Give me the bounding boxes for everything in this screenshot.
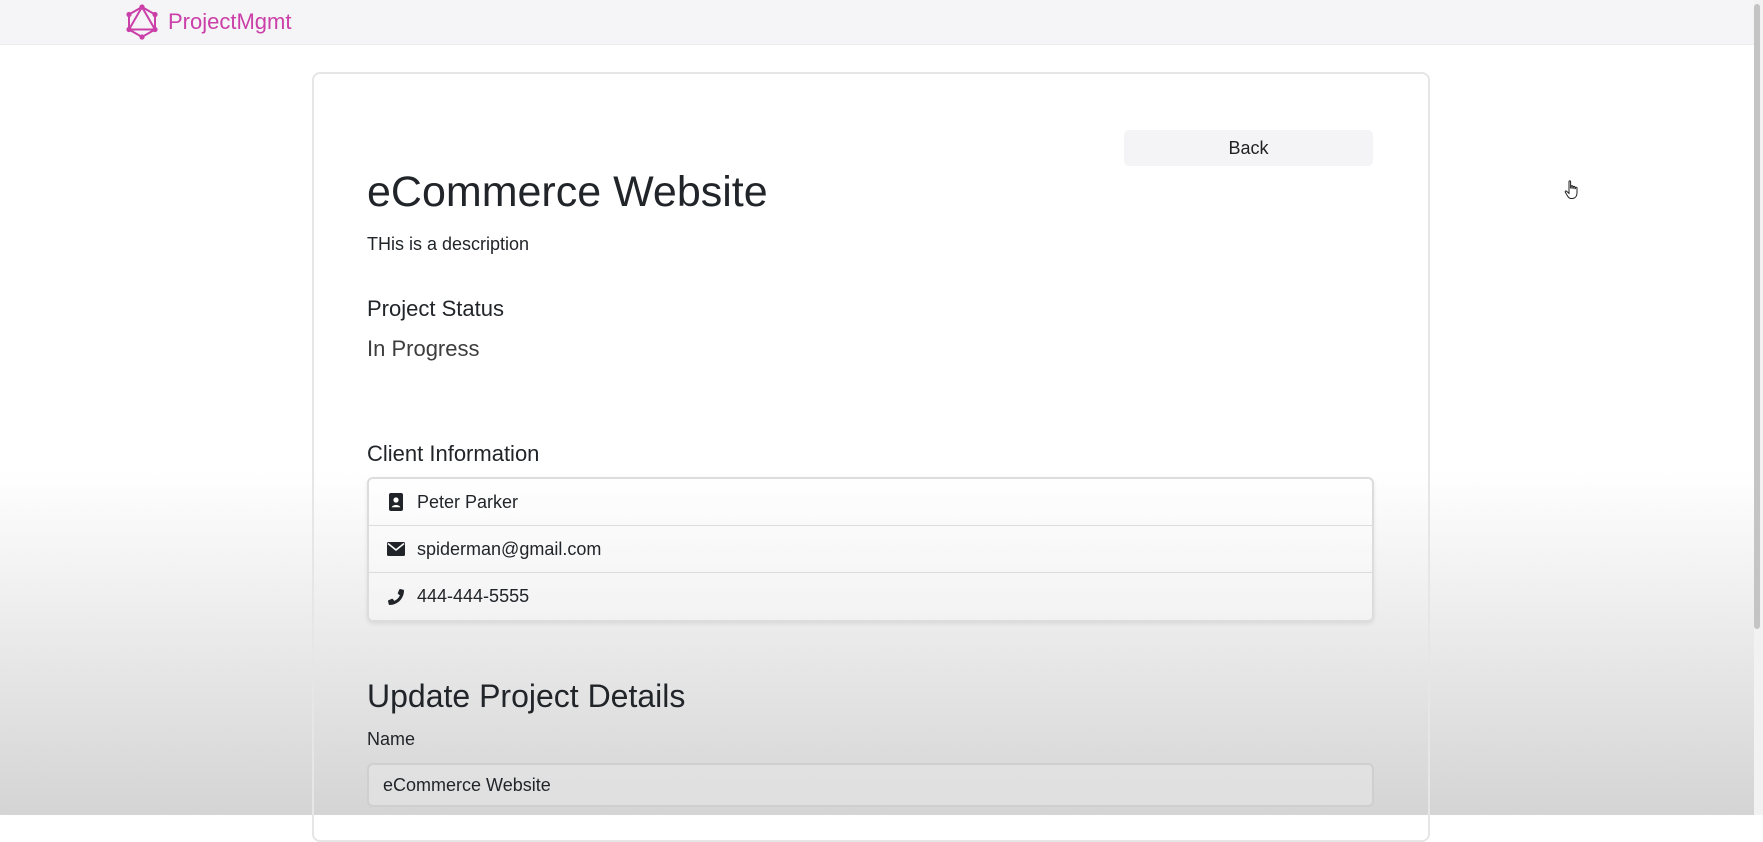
name-input[interactable] [367,763,1374,807]
brand-link[interactable]: ProjectMgmt [124,2,291,42]
project-status-value: In Progress [367,336,480,361]
update-project-heading: Update Project Details [367,678,686,714]
client-name-item: Peter Parker [369,479,1372,526]
id-badge-icon [386,492,406,512]
envelope-icon [386,539,406,559]
client-phone-item: 444-444-5555 [369,573,1372,620]
project-description: THis is a description [367,234,530,254]
back-button[interactable]: Back [1124,130,1373,166]
client-info-list: Peter Parker spiderman@gmail.com 444-444… [367,477,1374,622]
phone-icon [386,587,406,607]
client-email: spiderman@gmail.com [417,538,602,559]
navbar: ProjectMgmt [0,0,1763,45]
hand-cursor-icon [1564,180,1580,200]
page-scrollbar[interactable] [1754,0,1763,815]
client-name: Peter Parker [417,491,519,512]
scrollbar-thumb[interactable] [1754,4,1760,629]
project-status-heading: Project Status [367,296,504,321]
client-email-item: spiderman@gmail.com [369,526,1372,573]
brand-name: ProjectMgmt [168,9,292,34]
graphql-logo-icon [124,4,160,40]
name-label: Name [367,729,416,749]
project-title: eCommerce Website [367,168,768,216]
client-info-heading: Client Information [367,441,540,466]
client-phone: 444-444-5555 [417,586,530,606]
